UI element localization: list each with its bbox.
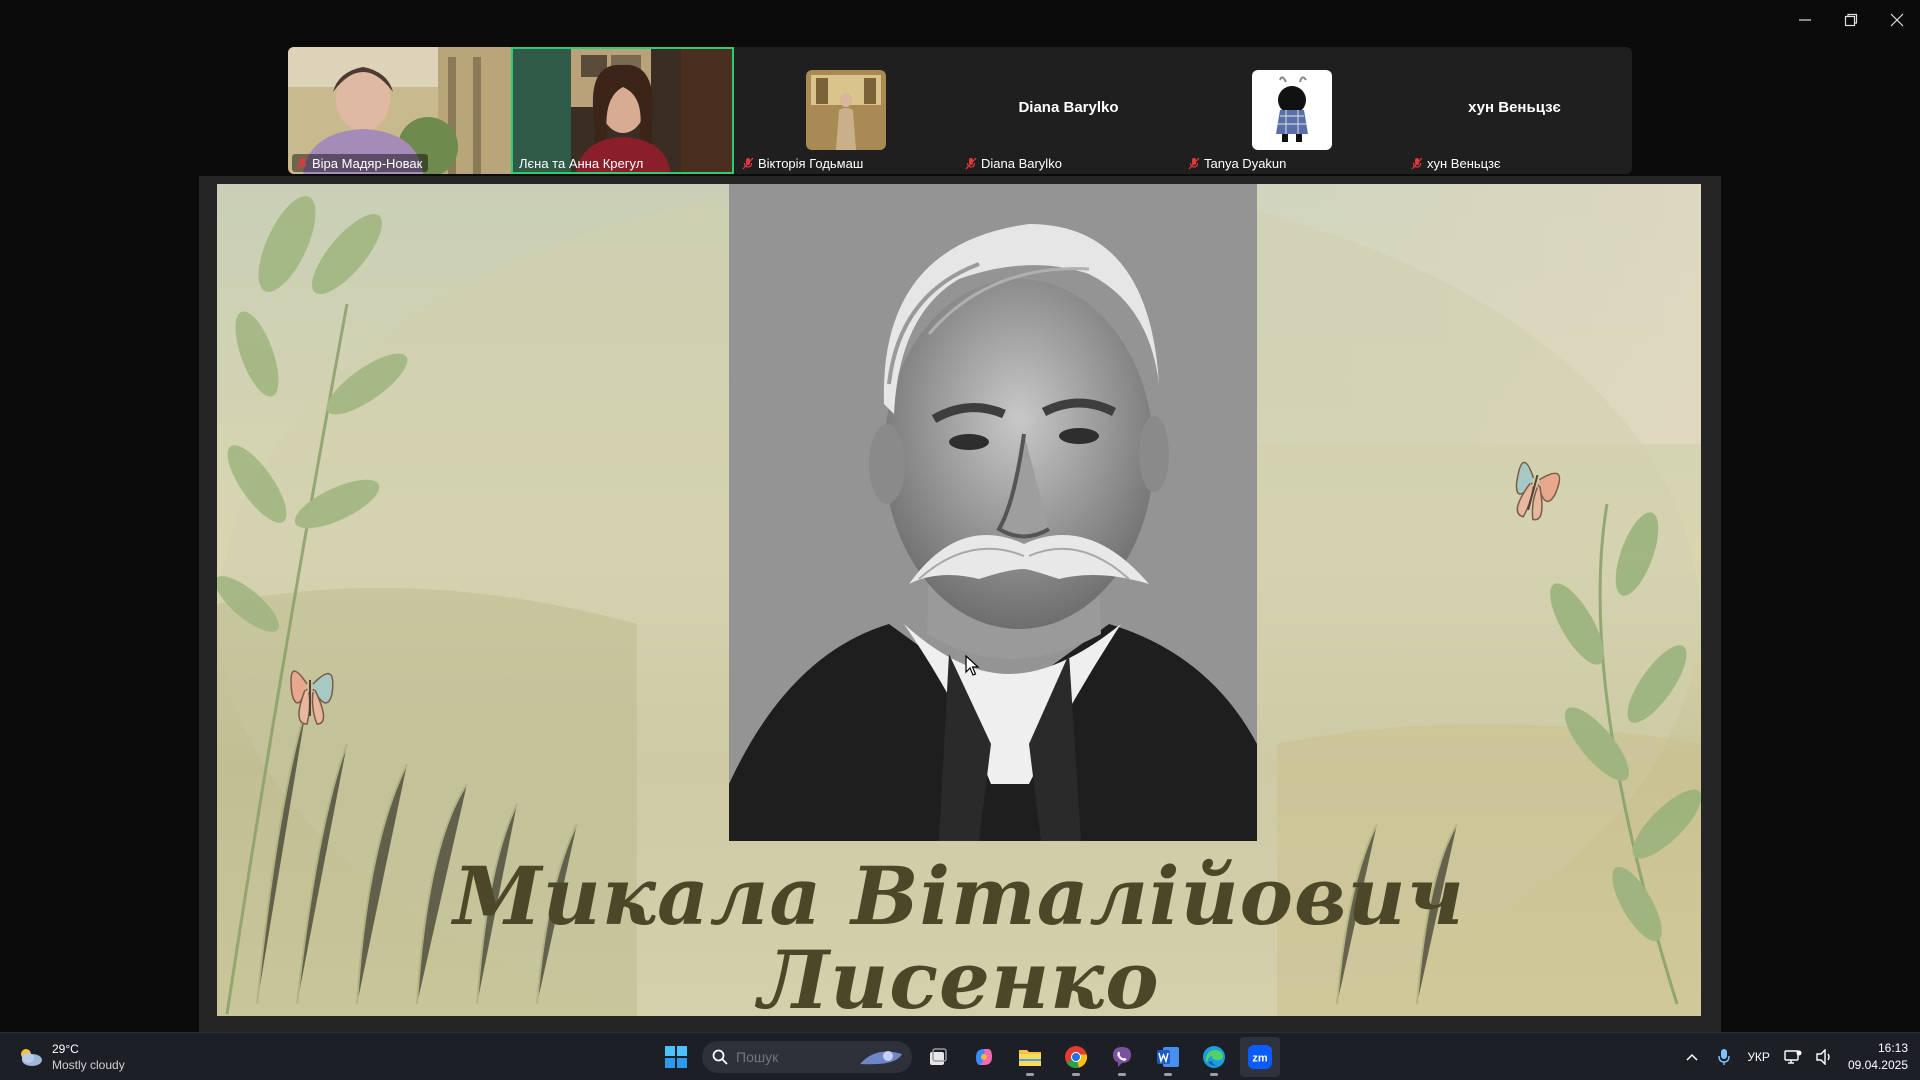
copilot-button[interactable] [964,1037,1004,1077]
word-icon [1157,1047,1179,1067]
weather-temperature: 29°C [52,1042,79,1056]
close-button[interactable] [1874,0,1920,40]
copilot-icon [976,1049,992,1065]
edge-icon [1203,1046,1225,1068]
participant-name: Вікторія Годьмаш [758,155,864,171]
slide-title-line1: Микала Віталійович [453,849,1465,943]
search-highlight-icon [860,1051,902,1065]
participant-name: Віра Мадяр-Новак [312,155,423,171]
restore-icon [1844,13,1858,27]
participant-display-name: хун Веньцзє [1468,99,1561,116]
participant-avatar [1252,70,1332,150]
word-button[interactable] [1148,1037,1188,1077]
input-language-indicator[interactable]: УКР [1747,1050,1770,1064]
participant-nameplate: Віра Мадяр-Новак [292,154,429,172]
zoom-meeting-window: Віра Мадяр-Новак Лєна та Анна Крегул Вік… [0,0,1920,1080]
participant-nameplate: Diana Barylko [961,154,1068,172]
zoom-icon: zm [1248,1045,1272,1069]
clock[interactable]: 16:13 09.04.2025 [1848,1040,1908,1074]
shared-slide: Микала Віталійович Лисенко [217,184,1701,1016]
participant-nameplate: Лєна та Анна Крегул [515,154,649,172]
taskbar-apps: zm [656,1037,1280,1077]
participant-tile[interactable]: Diana Barylko Diana Barylko [957,47,1180,174]
weather-widget[interactable]: 29°C Mostly cloudy [16,1041,125,1073]
windows-logo-icon [665,1046,687,1068]
participant-strip: Віра Мадяр-Новак Лєна та Анна Крегул Вік… [288,47,1632,174]
clock-time: 16:13 [1877,1041,1908,1055]
taskbar-search-box[interactable] [702,1041,912,1073]
task-view-button[interactable] [918,1037,958,1077]
participant-name: Diana Barylko [981,155,1062,171]
volume-button[interactable] [1816,1048,1834,1066]
show-hidden-icons-button[interactable] [1683,1048,1701,1066]
window-controls [1782,0,1920,40]
system-tray: УКР 16:13 09.04.2025 [1683,1033,1908,1080]
participant-tile[interactable]: Віра Мадяр-Новак [288,47,511,174]
participant-nameplate: хун Веньцзє [1407,154,1507,172]
chrome-button[interactable] [1056,1037,1096,1077]
mic-muted-icon [1411,157,1423,169]
svg-text:zm: zm [1252,1053,1268,1065]
clock-date: 09.04.2025 [1847,1058,1908,1072]
participant-name: Лєна та Анна Крегул [519,155,644,171]
chrome-icon [1065,1046,1088,1069]
search-input[interactable] [736,1049,836,1065]
folder-icon [1019,1050,1041,1066]
minimize-button[interactable] [1782,0,1828,40]
search-icon [712,1049,728,1065]
taskbar: 29°C Mostly cloudy Пошук zm УКР 16:13 09… [0,1032,1920,1080]
speaker-icon [1816,1049,1830,1065]
edge-button[interactable] [1194,1037,1234,1077]
mic-muted-icon [742,157,754,169]
microphone-icon [1718,1049,1731,1065]
cloud-sun-icon [21,1049,42,1066]
mic-muted-icon [965,157,977,169]
slide-title-line2: Лисенко [758,933,1160,1016]
task-view-icon [930,1048,947,1065]
close-icon [1890,13,1904,27]
zoom-button[interactable]: zm [1240,1037,1280,1077]
participant-name: хун Веньцзє [1427,155,1501,171]
participant-nameplate: Tanya Dyakun [1184,154,1292,172]
mic-muted-icon [296,157,308,169]
start-button[interactable] [656,1037,696,1077]
microphone-button[interactable] [1715,1048,1733,1066]
participant-avatar [806,70,886,150]
participant-nameplate: Вікторія Годьмаш [738,154,869,172]
participant-tile[interactable]: Tanya Dyakun [1180,47,1403,174]
file-explorer-button[interactable] [1010,1037,1050,1077]
participant-tile[interactable]: хун Веньцзє хун Веньцзє [1403,47,1626,174]
participant-display-name: Diana Barylko [1018,99,1119,116]
weather-description: Mostly cloudy [52,1058,125,1072]
participant-tile-active-speaker[interactable]: Лєна та Анна Крегул [511,47,734,174]
mic-muted-icon [1188,157,1200,169]
participant-name: Tanya Dyakun [1204,155,1287,171]
network-icon [1784,1050,1802,1064]
portrait-photo [729,184,1257,841]
minimize-icon [1799,19,1811,21]
viber-icon [1113,1047,1131,1067]
restore-button[interactable] [1828,0,1874,40]
participant-tile[interactable]: Вікторія Годьмаш [734,47,957,174]
viber-button[interactable] [1102,1037,1142,1077]
mouse-cursor-icon [965,655,980,676]
chevron-up-icon [1686,1053,1698,1061]
network-button[interactable] [1784,1048,1802,1066]
